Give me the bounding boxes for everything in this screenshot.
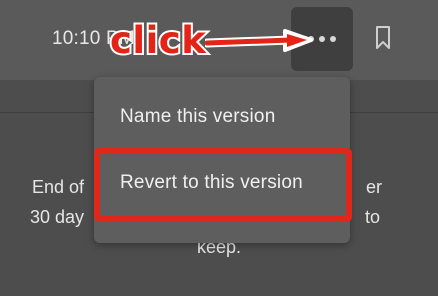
- menu-item-name-version[interactable]: Name this version: [120, 106, 275, 128]
- click-annotation-label: click: [108, 19, 208, 62]
- highlight-box: [94, 148, 352, 222]
- annotation-arrow-icon: [205, 29, 313, 52]
- bookmark-icon[interactable]: [375, 26, 391, 50]
